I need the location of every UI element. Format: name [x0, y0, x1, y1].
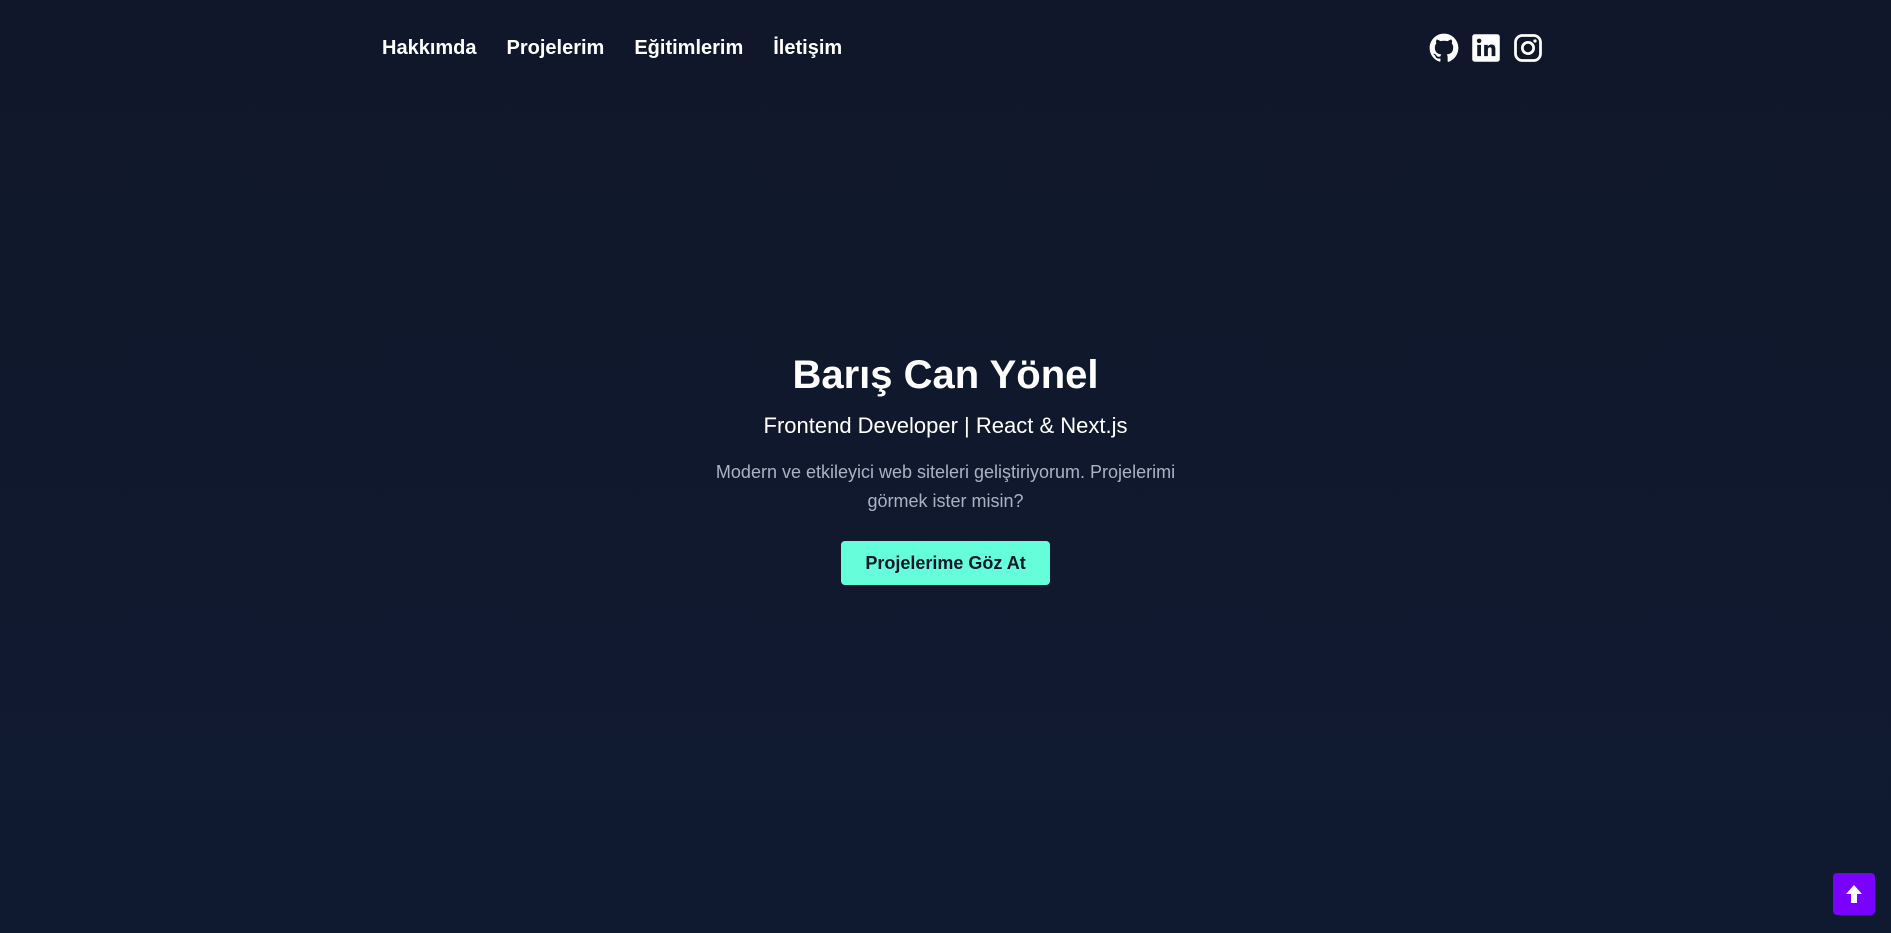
projects-cta-button[interactable]: Projelerime Göz At — [841, 541, 1050, 585]
hero-name: Barış Can Yönel — [792, 353, 1099, 397]
nav-link-hakkimda[interactable]: Hakkımda — [382, 36, 477, 60]
nav-links: Hakkımda Projelerim Eğitimlerim İletişim — [382, 36, 842, 60]
nav-link-iletisim[interactable]: İletişim — [773, 36, 842, 60]
arrow-up-icon — [1846, 885, 1862, 903]
hero-section: Barış Can Yönel Frontend Developer | Rea… — [0, 350, 1891, 585]
hero-role: Frontend Developer | React & Next.js — [763, 413, 1128, 438]
nav-link-egitimlerim[interactable]: Eğitimlerim — [634, 36, 743, 60]
linkedin-icon[interactable] — [1471, 33, 1501, 63]
hero-description: Modern ve etkileyici web siteleri gelişt… — [715, 462, 1176, 511]
social-links — [1429, 33, 1543, 63]
scroll-to-top-button[interactable] — [1833, 873, 1875, 915]
nav-link-projelerim[interactable]: Projelerim — [507, 36, 605, 60]
instagram-icon[interactable] — [1513, 33, 1543, 63]
github-icon[interactable] — [1429, 33, 1459, 63]
navbar: Hakkımda Projelerim Eğitimlerim İletişim — [0, 0, 1891, 96]
